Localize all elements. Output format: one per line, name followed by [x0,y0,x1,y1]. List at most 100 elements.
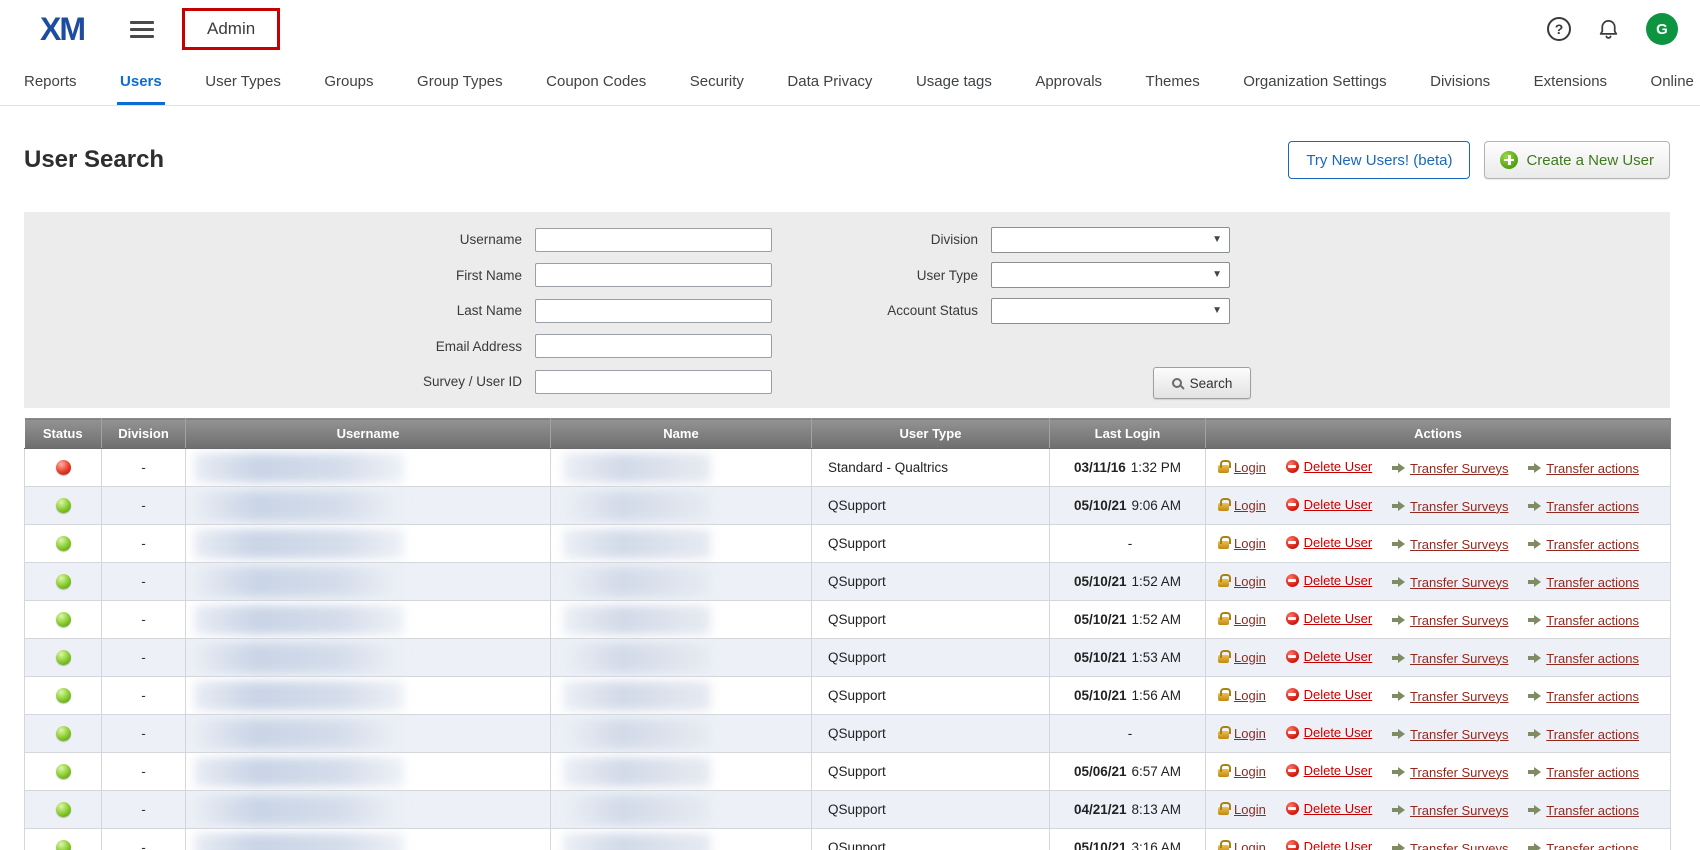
delete-link-label: Delete User [1304,801,1373,816]
form-row: Username [24,222,772,258]
first-name-input[interactable] [535,263,772,287]
arrow-right-icon [1528,767,1541,777]
lock-icon [1218,731,1229,739]
login-link[interactable]: Login [1218,764,1266,779]
transfer-surveys-link[interactable]: Transfer Surveys [1392,461,1509,476]
transfer-surveys-link[interactable]: Transfer Surveys [1392,575,1509,590]
tab-groups[interactable]: Groups [324,58,373,105]
xm-logo[interactable]: XM [40,11,84,48]
tab-user-types[interactable]: User Types [205,58,281,105]
try-new-users-button[interactable]: Try New Users! (beta) [1288,141,1470,179]
actions-cell: Login Delete User Transfer Surveys Trans… [1206,791,1671,829]
survey-user-id-input[interactable] [535,370,772,394]
transfer-surveys-link[interactable]: Transfer Surveys [1392,841,1509,850]
help-icon[interactable]: ? [1547,17,1571,41]
delete-user-link[interactable]: Delete User [1286,459,1373,474]
transfer-actions-link[interactable]: Transfer actions [1528,727,1639,742]
transfer-actions-link[interactable]: Transfer actions [1528,689,1639,704]
delete-link-label: Delete User [1304,497,1373,512]
tab-themes[interactable]: Themes [1146,58,1200,105]
login-link[interactable]: Login [1218,650,1266,665]
notifications-bell-icon[interactable] [1597,18,1620,41]
tab-data-privacy[interactable]: Data Privacy [787,58,872,105]
tab-divisions[interactable]: Divisions [1430,58,1490,105]
user-type-select[interactable]: ▼ [991,262,1230,288]
transfer-actions-link[interactable]: Transfer actions [1528,575,1639,590]
redacted-name [563,681,711,711]
tab-online[interactable]: Online [1651,58,1694,105]
arrow-right-icon [1392,729,1405,739]
login-link[interactable]: Login [1218,460,1266,475]
create-new-user-button[interactable]: Create a New User [1484,141,1670,179]
login-link[interactable]: Login [1218,536,1266,551]
delete-user-link[interactable]: Delete User [1286,687,1373,702]
login-link[interactable]: Login [1218,498,1266,513]
email-address-input[interactable] [535,334,772,358]
tab-extensions[interactable]: Extensions [1534,58,1607,105]
transfer-actions-link[interactable]: Transfer actions [1528,841,1639,850]
transfer-actions-link[interactable]: Transfer actions [1528,651,1639,666]
transfer-surveys-link[interactable]: Transfer Surveys [1392,651,1509,666]
tab-group-types[interactable]: Group Types [417,58,503,105]
delete-user-link[interactable]: Delete User [1286,763,1373,778]
form-row: First Name [24,258,772,294]
delete-user-link[interactable]: Delete User [1286,839,1373,850]
division-select[interactable]: ▼ [991,227,1230,253]
transfer-surveys-link[interactable]: Transfer Surveys [1392,765,1509,780]
tab-usage-tags[interactable]: Usage tags [916,58,992,105]
login-link[interactable]: Login [1218,574,1266,589]
tab-coupon-codes[interactable]: Coupon Codes [546,58,646,105]
transfer-actions-link[interactable]: Transfer actions [1528,499,1639,514]
account-status-select[interactable]: ▼ [991,298,1230,324]
status-icon [56,650,71,665]
menu-icon[interactable] [130,21,154,38]
transfer-actions-link[interactable]: Transfer actions [1528,537,1639,552]
status-icon [56,460,71,475]
login-link[interactable]: Login [1218,612,1266,627]
transfer-actions-link[interactable]: Transfer actions [1528,461,1639,476]
transfer-surveys-link[interactable]: Transfer Surveys [1392,803,1509,818]
try-new-users-label: Try New Users! (beta) [1306,152,1452,169]
transfer-surveys-link[interactable]: Transfer Surveys [1392,537,1509,552]
delete-link-label: Delete User [1304,611,1373,626]
tab-users[interactable]: Users [120,58,162,105]
transfer-surveys-link[interactable]: Transfer Surveys [1392,689,1509,704]
transfer-surveys-link[interactable]: Transfer Surveys [1392,727,1509,742]
login-link[interactable]: Login [1218,688,1266,703]
login-link[interactable]: Login [1218,840,1266,850]
arrow-right-icon [1528,539,1541,549]
tab-approvals[interactable]: Approvals [1035,58,1102,105]
login-link[interactable]: Login [1218,726,1266,741]
login-time: 9:06 AM [1132,498,1182,513]
tab-security[interactable]: Security [690,58,744,105]
login-time: 8:13 AM [1132,802,1182,817]
arrow-right-icon [1392,615,1405,625]
transfer-actions-link[interactable]: Transfer actions [1528,765,1639,780]
delete-user-link[interactable]: Delete User [1286,611,1373,626]
arrow-right-icon [1528,653,1541,663]
last-login-cell: 05/06/216:57 AM [1050,753,1206,791]
transfer-surveys-label: Transfer Surveys [1410,803,1509,818]
avatar[interactable]: G [1646,13,1678,45]
delete-user-link[interactable]: Delete User [1286,573,1373,588]
login-link[interactable]: Login [1218,802,1266,817]
tab-organization-settings[interactable]: Organization Settings [1243,58,1386,105]
delete-user-link[interactable]: Delete User [1286,725,1373,740]
last-login-cell: 03/11/161:32 PM [1050,449,1206,487]
delete-user-link[interactable]: Delete User [1286,649,1373,664]
delete-icon [1286,460,1299,473]
delete-user-link[interactable]: Delete User [1286,535,1373,550]
search-button[interactable]: Search [1153,367,1251,399]
transfer-actions-link[interactable]: Transfer actions [1528,803,1639,818]
username-cell [186,791,551,829]
table-row: - QSupport 05/10/211:52 AM Login Delete … [25,563,1671,601]
transfer-surveys-link[interactable]: Transfer Surveys [1392,499,1509,514]
user-type-cell: QSupport [812,715,1050,753]
transfer-surveys-link[interactable]: Transfer Surveys [1392,613,1509,628]
transfer-actions-link[interactable]: Transfer actions [1528,613,1639,628]
username-input[interactable] [535,228,772,252]
tab-reports[interactable]: Reports [24,58,77,105]
delete-user-link[interactable]: Delete User [1286,801,1373,816]
last-name-input[interactable] [535,299,772,323]
delete-user-link[interactable]: Delete User [1286,497,1373,512]
